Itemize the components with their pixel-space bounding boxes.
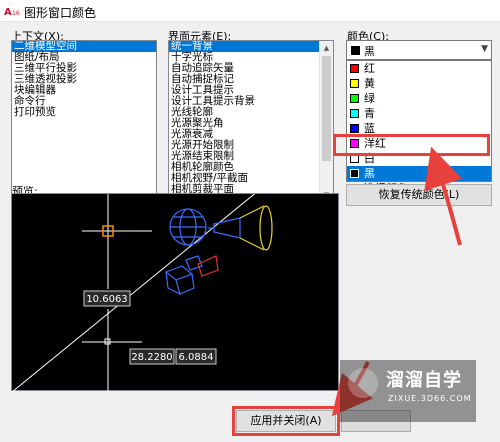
watermark-logo-icon bbox=[348, 368, 378, 398]
watermark-brand: 溜溜自学 bbox=[386, 370, 462, 391]
watermark: 溜溜自学 ZIXUE.3D66.COM bbox=[340, 360, 476, 422]
arrow-to-white-option bbox=[424, 146, 463, 246]
watermark-url: ZIXUE.3D66.COM bbox=[388, 394, 472, 403]
